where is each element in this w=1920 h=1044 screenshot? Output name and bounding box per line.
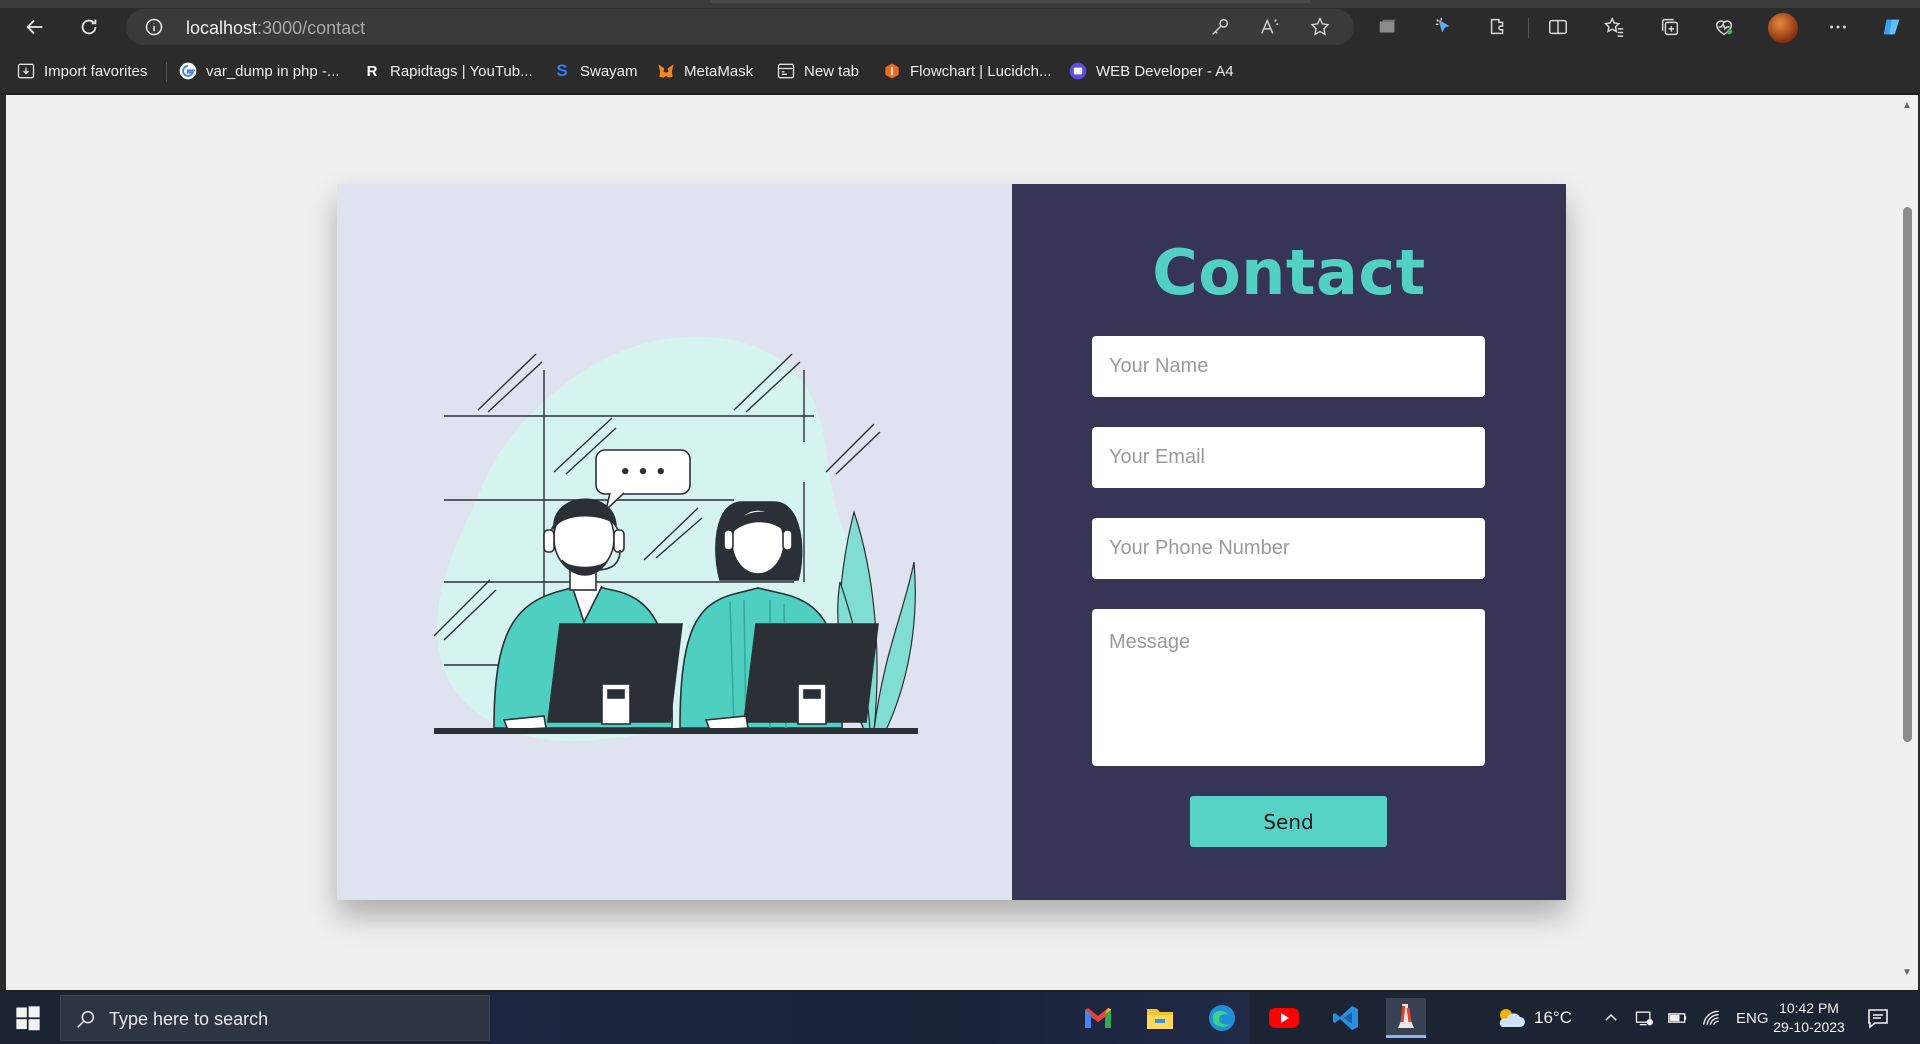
phone-input[interactable] [1092,518,1485,579]
bookmark-import-favorites[interactable]: Import favorites [16,60,147,82]
bookmark-label: Flowchart | Lucidch... [910,62,1052,80]
contact-heading: Contact [1152,236,1426,309]
speech-bubble-dots: • • • [619,462,666,483]
search-icon [77,1010,95,1028]
more-options-icon[interactable] [1824,13,1852,41]
scroll-up-arrow-icon[interactable]: ▲ [1902,101,1912,111]
message-textarea[interactable] [1092,609,1485,766]
chevron-up-icon[interactable] [1602,1009,1620,1027]
bookmark-label: var_dump in php -... [206,62,340,80]
webdev-icon [1068,61,1088,81]
email-input[interactable] [1092,427,1485,488]
bookmark-lucidchart[interactable]: Flowchart | Lucidch... [882,60,1051,82]
split-screen-icon[interactable] [1544,13,1572,41]
back-button[interactable] [19,11,51,43]
read-aloud-icon[interactable] [1258,15,1282,39]
url-text[interactable]: localhost:3000/contact [186,18,365,39]
bookmark-label: Rapidtags | YouTub... [390,62,533,80]
page-scrollbar[interactable]: ▲ ▼ [1896,95,1918,990]
back-arrow-icon [26,19,43,35]
site-info-icon[interactable] [144,17,164,37]
url-path: :3000/contact [257,18,366,38]
weather-cloud-icon [1499,1009,1525,1027]
page-viewport: • • • Contact Your Name Your Email Your … [6,95,1896,990]
clock-time: 10:42 PM [1779,1000,1839,1016]
bookmark-var-dump[interactable]: var_dump in php -... [178,60,339,82]
windows-taskbar: Type here to search 16°C ENG 10:42 PM 29… [0,992,1920,1044]
file-explorer-icon[interactable] [1140,998,1180,1038]
extensions-puzzle-icon[interactable] [1484,13,1512,41]
gmail-icon[interactable] [1078,998,1118,1038]
cursor-extension-icon[interactable] [1430,13,1458,41]
bookmarks-separator [166,62,167,82]
bookmarks-bar: Import favorites var_dump in php -... R … [0,46,1920,94]
bookmark-web-developer[interactable]: WEB Developer - A4 [1068,60,1234,82]
illustration-panel: • • • [337,184,1012,900]
password-key-icon[interactable] [1208,15,1232,39]
taskbar-background [490,992,1250,1044]
import-icon [16,61,36,81]
bookmark-label: Import favorites [44,62,148,80]
rapidtags-icon: R [366,62,378,80]
profile-avatar[interactable] [1768,13,1798,43]
extension-icon[interactable] [1374,13,1402,41]
bookmark-new-tab[interactable]: New tab [776,60,859,82]
swayam-icon: S [556,61,568,80]
newtab-icon [776,61,796,81]
toolbar-separator [1528,18,1529,38]
contact-card: • • • Contact Your Name Your Email Your … [337,184,1566,900]
taskbar-clock[interactable]: 10:42 PM 29-10-2023 [1764,999,1854,1037]
refresh-button[interactable] [73,11,105,43]
bookmark-swayam[interactable]: S Swayam [552,60,638,82]
scroll-down-arrow-icon[interactable]: ▼ [1902,968,1912,978]
address-bar[interactable]: localhost:3000/contact [126,9,1354,45]
send-button[interactable]: Send [1190,796,1387,847]
taskbar-search[interactable]: Type here to search [60,995,490,1041]
favorite-star-icon[interactable] [1308,15,1332,39]
bookmark-metamask[interactable]: MetaMask [656,60,753,82]
copilot-icon[interactable] [1878,13,1906,41]
browser-essentials-icon[interactable] [1710,13,1738,41]
bookmark-label: MetaMask [684,62,754,80]
call-center-illustration: • • • [434,336,918,742]
bookmark-label: WEB Developer - A4 [1096,62,1234,80]
tab-strip-hint [710,0,1010,3]
youtube-icon[interactable] [1264,998,1304,1038]
favorites-icon[interactable] [1600,13,1628,41]
clock-date: 29-10-2023 [1773,1019,1845,1035]
lucidchart-icon [882,61,902,81]
contact-form-panel: Contact Send [1012,184,1566,900]
network-icon[interactable] [1634,1008,1654,1028]
bookmark-label: New tab [804,62,860,80]
google-icon [178,61,198,81]
tab-strip-hint [1010,0,1310,3]
browser-toolbar: localhost:3000/contact [0,8,1920,46]
edge-browser-icon[interactable] [1202,998,1242,1038]
active-app-icon[interactable] [1386,998,1426,1038]
battery-icon[interactable] [1668,1011,1688,1025]
temperature-text: 16°C [1534,1008,1572,1027]
wifi-icon[interactable] [1702,1009,1722,1027]
system-tray: ENG [1602,992,1769,1044]
bookmark-rapidtags[interactable]: R Rapidtags | YouTub... [362,60,533,82]
url-host: localhost [186,18,258,38]
vscode-icon[interactable] [1326,998,1366,1038]
collections-icon[interactable] [1656,13,1684,41]
weather-widget[interactable]: 16°C [1494,992,1572,1044]
windows-start-icon[interactable] [14,1004,42,1032]
name-input[interactable] [1092,336,1485,397]
search-placeholder: Type here to search [109,1009,269,1029]
refresh-icon [81,19,97,35]
browser-titlebar [0,0,1920,8]
bookmark-label: Swayam [580,62,638,80]
scrollbar-thumb[interactable] [1903,207,1912,742]
metamask-icon [656,61,676,81]
notifications-icon[interactable] [1866,1006,1890,1030]
